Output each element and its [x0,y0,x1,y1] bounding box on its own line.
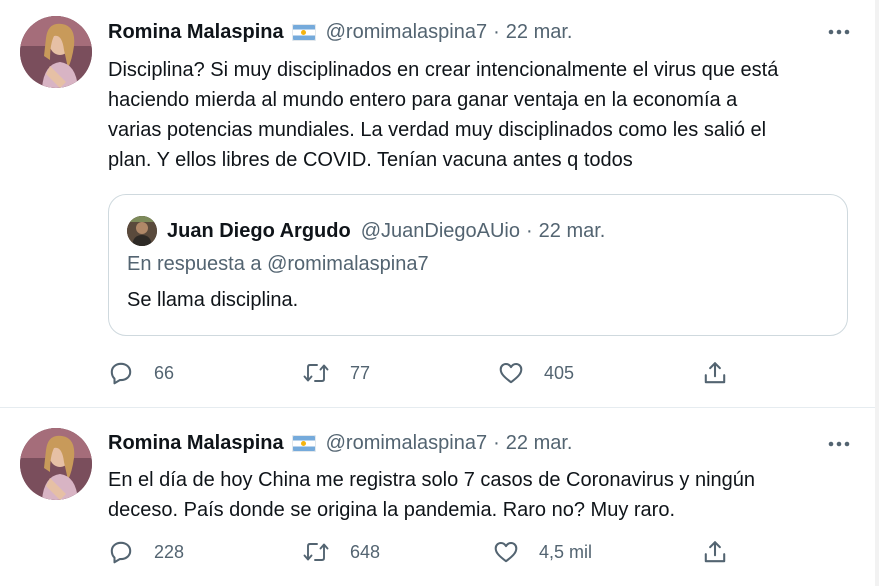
reply-context: En respuesta a @romimalaspina7 [127,253,429,276]
quoted-author-handle: @JuanDiegoAUio [360,219,520,242]
retweet-icon [303,543,329,561]
tweet-text: En el día de hoy China me registra solo … [108,469,756,521]
reply-button[interactable]: 66 [108,357,174,389]
argentina-flag-icon [291,23,316,41]
reply-to-handle: @romimalaspina7 [267,253,429,275]
share-icon [704,541,726,563]
author-handle[interactable]: @romimalaspina7 [326,21,487,44]
reply-count: 66 [154,362,175,383]
author-name[interactable]: Romina Malaspina [108,21,284,44]
share-button[interactable] [702,357,748,389]
reply-count: 228 [154,541,185,562]
separator: · [493,20,500,43]
like-button[interactable]: 405 [498,357,574,389]
tweet-actions: 66 77 405 [108,357,748,389]
retweet-count: 77 [350,362,371,383]
reply-icon [110,362,132,385]
retweet-count: 648 [350,541,381,562]
more-icon[interactable] [823,20,855,44]
tweet[interactable]: Romina Malaspina @romimalaspina7 · 22 ma… [0,0,875,408]
retweet-button[interactable]: 648 [302,536,380,568]
like-icon [494,541,518,563]
tweet-feed: Romina Malaspina @romimalaspina7 · 22 ma… [0,0,875,586]
quoted-tweet-header: Juan Diego Argudo @JuanDiegoAUio · 22 ma… [127,215,605,247]
reply-icon [110,541,132,564]
argentina-flag-icon [291,434,316,452]
tweet-date[interactable]: 22 mar. [506,21,573,44]
share-icon [704,362,726,384]
quoted-tweet[interactable]: Juan Diego Argudo @JuanDiegoAUio · 22 ma… [108,194,848,336]
like-count: 4,5 mil [539,541,593,562]
tweet[interactable]: Romina Malaspina @romimalaspina7 · 22 ma… [0,408,875,586]
more-icon[interactable] [823,432,855,456]
author-handle[interactable]: @romimalaspina7 [326,432,487,455]
scrollbar[interactable] [875,0,879,586]
share-button[interactable] [702,536,748,568]
reply-button[interactable]: 228 [108,536,184,568]
retweet-icon [303,364,329,382]
like-icon [499,362,523,384]
tweet-actions: 228 648 4,5 mil [108,536,748,568]
reply-prefix: En respuesta a [127,253,262,275]
quoted-author-name: Juan Diego Argudo [167,219,351,242]
separator: · [525,219,533,242]
tweet-header: Romina Malaspina @romimalaspina7 · 22 ma… [108,428,572,458]
retweet-button[interactable]: 77 [302,357,370,389]
tweet-text: Disciplina? Si muy disciplinados en crea… [108,59,779,171]
separator: · [493,431,500,454]
like-button[interactable]: 4,5 mil [493,536,592,568]
tweet-header: Romina Malaspina @romimalaspina7 · 22 ma… [108,17,572,47]
quoted-tweet-date: 22 mar. [538,219,606,242]
avatar[interactable] [20,16,92,88]
like-count: 405 [544,362,575,383]
tweet-date[interactable]: 22 mar. [506,432,573,455]
avatar [127,216,157,246]
author-name[interactable]: Romina Malaspina [108,432,284,455]
avatar[interactable] [20,428,92,500]
quoted-tweet-text: Se llama disciplina. [127,289,299,311]
